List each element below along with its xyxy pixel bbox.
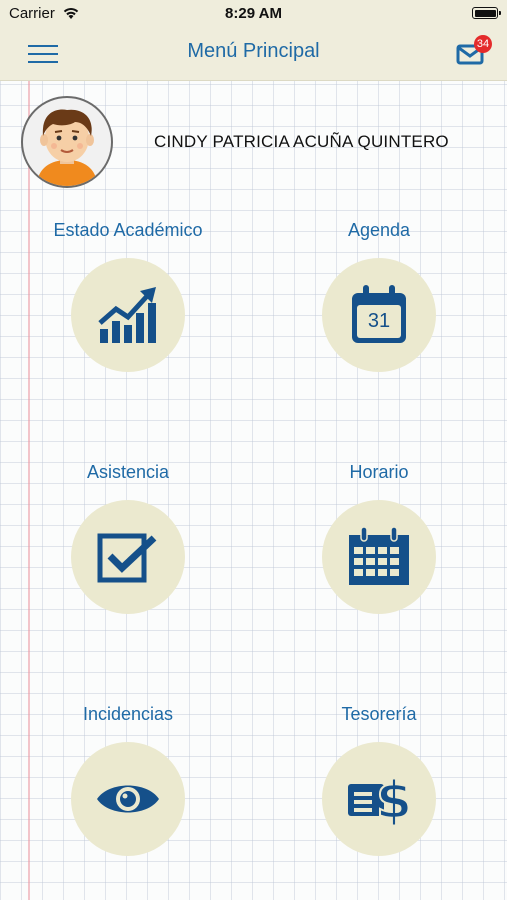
- money-bill-icon: $: [348, 770, 412, 828]
- schedule-calendar-icon: [349, 527, 409, 585]
- tile-label: Agenda: [347, 220, 411, 240]
- tile-label: Asistencia: [86, 462, 170, 482]
- menu-tile-horario[interactable]: Horario: [279, 462, 479, 632]
- clock: 8:29 AM: [225, 5, 282, 22]
- tile-icon-circle: 31: [322, 258, 436, 372]
- eye-icon: [97, 785, 159, 813]
- messages-button[interactable]: 34: [455, 35, 495, 70]
- boy-avatar-icon: [37, 109, 97, 186]
- tile-icon-circle: [71, 742, 185, 856]
- battery-icon: [472, 7, 501, 19]
- tile-icon-circle: [322, 500, 436, 614]
- menu-tile-estado-academico[interactable]: Estado Académico: [28, 220, 228, 390]
- menu-tile-asistencia[interactable]: Asistencia: [28, 462, 228, 632]
- tile-icon-circle: $: [322, 742, 436, 856]
- menu-tile-agenda[interactable]: Agenda 31: [279, 220, 479, 390]
- checkbox-icon: [97, 533, 157, 583]
- tile-label: Horario: [349, 462, 409, 482]
- navigation-bar: Menú Principal 34: [0, 28, 507, 81]
- menu-tile-incidencias[interactable]: Incidencias: [28, 704, 228, 874]
- tile-icon-circle: [71, 258, 185, 372]
- menu-tile-tesoreria[interactable]: Tesorería $: [279, 704, 479, 874]
- page-title: Menú Principal: [187, 40, 320, 62]
- tile-label: Estado Académico: [53, 220, 203, 240]
- tile-icon-circle: [71, 500, 185, 614]
- svg-text:$: $: [376, 771, 412, 828]
- user-name: CINDY PATRICIA ACUÑA QUINTERO: [154, 132, 449, 151]
- avatar[interactable]: [21, 96, 113, 188]
- status-bar: Carrier 8:29 AM: [0, 0, 507, 28]
- unread-badge: 34: [474, 35, 492, 53]
- tile-label: Tesorería: [341, 704, 417, 724]
- tile-label: Incidencias: [82, 704, 174, 724]
- calendar-day-number: 31: [367, 310, 391, 332]
- chart-growth-icon: [98, 287, 156, 343]
